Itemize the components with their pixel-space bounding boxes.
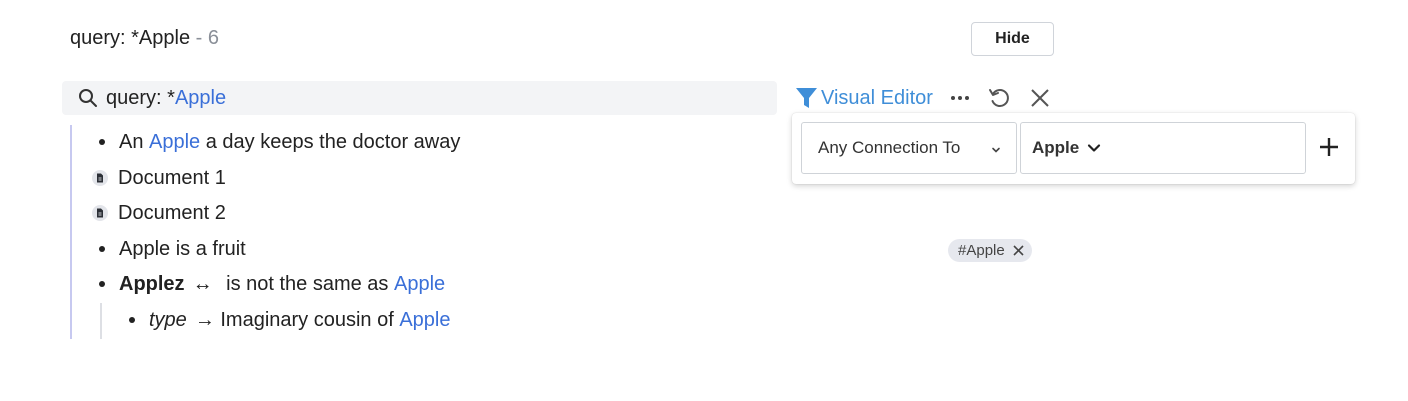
- tag-label: #Apple: [958, 242, 1005, 259]
- list-item[interactable]: Applez ↔ is not the same as Apple: [99, 271, 445, 297]
- document-title[interactable]: Document 1: [118, 167, 226, 190]
- document-title[interactable]: Document 2: [118, 202, 226, 225]
- result-count: 6: [207, 27, 219, 49]
- bullet: [99, 281, 105, 287]
- property-name: type: [149, 308, 187, 331]
- target-value: Apple: [1032, 138, 1080, 157]
- connection-type-value: Any Connection To: [818, 138, 961, 157]
- search-icon: [78, 88, 98, 108]
- target-select[interactable]: Apple: [1020, 122, 1306, 174]
- list-item[interactable]: Document 2: [92, 200, 226, 226]
- bidirectional-arrow-icon: ↔: [192, 272, 213, 295]
- plus-icon[interactable]: [1317, 135, 1341, 159]
- list-item[interactable]: Apple is a fruit: [99, 236, 246, 262]
- visual-editor-button[interactable]: Visual Editor: [795, 86, 933, 110]
- search-term-link[interactable]: Apple: [175, 87, 226, 109]
- chevron-down-icon: [990, 141, 1002, 161]
- document-icon: [92, 205, 108, 221]
- item-text: Imaginary cousin of: [214, 308, 400, 331]
- refresh-icon[interactable]: [988, 86, 1012, 110]
- item-text: Apple is a fruit: [119, 237, 246, 260]
- filter-icon: [795, 86, 818, 110]
- visual-editor-label: Visual Editor: [821, 86, 933, 109]
- page-title-text: query: *Apple: [70, 27, 191, 49]
- search-prefix: query: *: [106, 86, 175, 109]
- close-icon[interactable]: [1029, 87, 1051, 109]
- item-text: An: [119, 130, 150, 153]
- item-text: is not the same as: [220, 272, 394, 295]
- arrow-right-icon: →: [194, 308, 215, 331]
- apple-link[interactable]: Apple: [149, 131, 200, 154]
- results-list: An Apple a day keeps the doctor away Doc…: [70, 125, 770, 339]
- separator: -: [190, 27, 208, 49]
- page-title: query: *Apple - 6: [70, 27, 219, 50]
- bullet: [129, 317, 135, 323]
- remove-tag-icon[interactable]: [1013, 245, 1024, 256]
- hide-button[interactable]: Hide: [971, 22, 1054, 56]
- connection-type-select[interactable]: Any Connection To: [801, 122, 1017, 174]
- list-item[interactable]: type → Imaginary cousin of Apple: [129, 307, 451, 333]
- item-text: a day keeps the doctor away: [200, 130, 461, 153]
- list-item[interactable]: Document 1: [92, 165, 226, 191]
- nested-thread-line: [100, 303, 102, 339]
- list-item[interactable]: An Apple a day keeps the doctor away: [99, 129, 460, 155]
- tag-chip[interactable]: #Apple: [948, 239, 1032, 262]
- bullet: [99, 139, 105, 145]
- document-icon: [92, 170, 108, 186]
- chevron-down-icon: [1087, 141, 1101, 155]
- search-bar[interactable]: query: *Apple: [62, 81, 777, 115]
- apple-link[interactable]: Apple: [399, 309, 450, 332]
- visual-editor-panel: Any Connection To Apple: [792, 113, 1355, 184]
- apple-link[interactable]: Apple: [394, 273, 445, 296]
- more-icon[interactable]: [950, 86, 970, 110]
- bullet: [99, 246, 105, 252]
- search-query[interactable]: query: *Apple: [106, 87, 226, 110]
- query-toolbar: Visual Editor: [795, 84, 1051, 112]
- entity-name[interactable]: Applez: [119, 273, 185, 296]
